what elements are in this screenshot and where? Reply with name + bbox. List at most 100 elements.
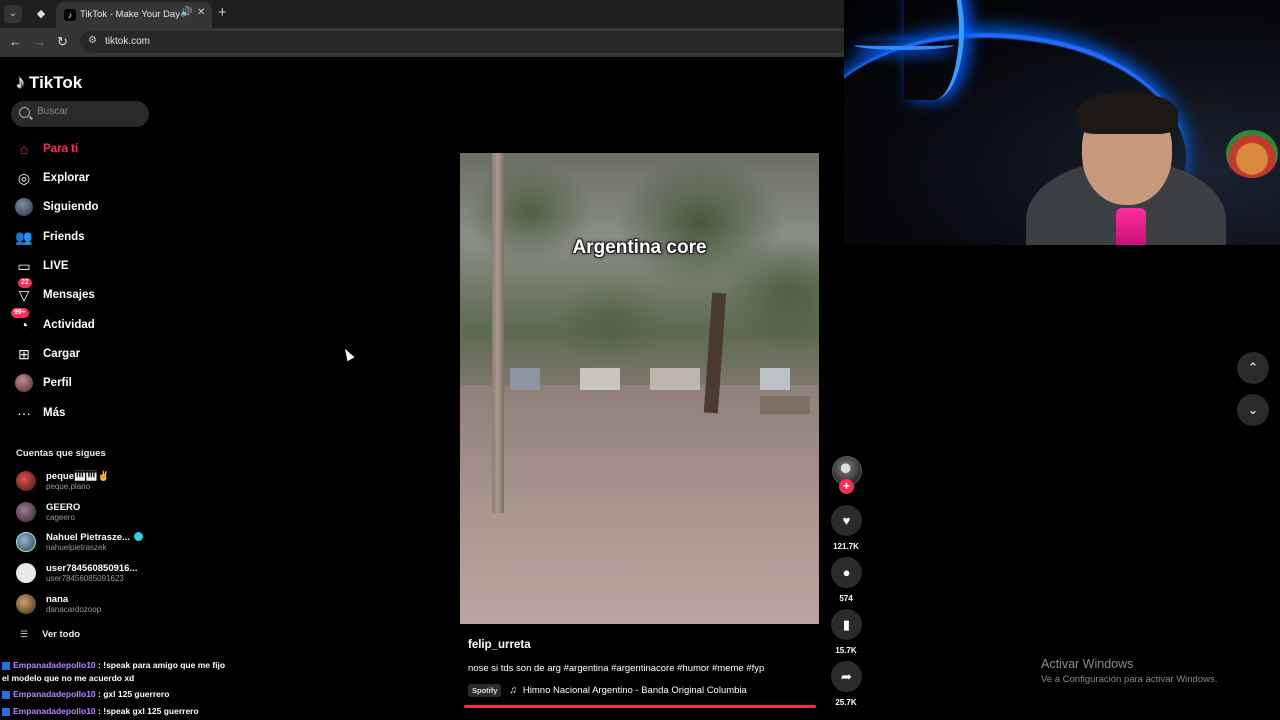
avatar	[16, 471, 36, 491]
nav-label: Más	[43, 407, 66, 419]
chat-text: : gxl 125 guerrero	[98, 689, 170, 699]
followed-account[interactable]: GEERO cageero	[16, 498, 80, 526]
video-overlay-text: Argentina core	[572, 237, 707, 258]
mouse-cursor-icon	[341, 346, 355, 362]
url-text[interactable]: tiktok.com	[105, 36, 150, 47]
browser-address-bar: ← → ↻ ⚙ tiktok.com	[0, 28, 850, 57]
video-author[interactable]: felip_urreta	[468, 639, 531, 651]
nav-item-cargar[interactable]: ⊞ Cargar	[14, 343, 80, 365]
next-video-button[interactable]: ⌄	[1237, 394, 1269, 426]
avatar	[16, 563, 36, 583]
chat-badge-icon	[2, 661, 10, 670]
account-name: GEERO	[46, 501, 81, 513]
tiktok-logo[interactable]: ♪ TikTok	[16, 72, 82, 93]
video-bench	[760, 396, 810, 414]
microphone	[1116, 208, 1146, 245]
streamer-webcam	[844, 0, 1280, 245]
nav-item-para-ti[interactable]: ⌂ Para ti	[14, 138, 78, 160]
see-all-label: Ver todo	[42, 629, 81, 640]
browser-tab-bar: ⌄ ◆ ♪ TikTok - Make Your Day 🔊 ✕ +	[0, 0, 844, 28]
search-icon	[19, 107, 30, 118]
activity-icon: ◔ 99+	[11, 308, 34, 335]
chat-message: Empanadadepollo10 : !speak gxl 125 guerr…	[2, 705, 232, 718]
followed-account[interactable]: peque🎹🎹✌ peque.plano	[16, 467, 109, 495]
tab-title: TikTok - Make Your Day	[80, 9, 180, 20]
save-count: 15.7K	[835, 646, 857, 655]
video-cars	[500, 368, 800, 390]
windows-activation-watermark: Activar Windows Ve a Configuración para …	[1041, 657, 1217, 685]
video-player[interactable]: Argentina core	[460, 153, 819, 624]
list-icon: ☰	[20, 629, 29, 639]
nav-item-friends[interactable]: 👥 Friends	[14, 226, 85, 248]
nav-label: Para ti	[43, 143, 79, 155]
nav-label: Mensajes	[43, 289, 95, 301]
activity-badge: 99+	[11, 308, 29, 318]
avatar	[16, 594, 36, 614]
site-info-icon[interactable]: ⚙	[88, 35, 97, 46]
chat-badge-icon	[2, 690, 10, 699]
following-accounts-header: Cuentas que sigues	[16, 448, 106, 459]
back-arrow-icon[interactable]: ←	[9, 34, 22, 49]
follow-plus-button[interactable]: +	[839, 479, 854, 494]
home-icon: ⌂	[19, 141, 29, 157]
search-bar[interactable]	[11, 101, 149, 127]
upload-icon: ⊞	[18, 345, 30, 362]
video-pole	[492, 153, 504, 513]
nav-label: Friends	[43, 231, 85, 243]
close-tab-icon[interactable]: ✕	[197, 7, 205, 18]
url-field[interactable]: ⚙ tiktok.com	[80, 31, 850, 53]
followed-account[interactable]: user7845608509​16... user78456085091623	[16, 559, 137, 587]
browser-tab-tiktok[interactable]: ♪ TikTok - Make Your Day 🔊 ✕	[56, 2, 212, 28]
nav-item-mensajes[interactable]: ▽ 22 Mensajes	[14, 278, 95, 306]
new-tab-button[interactable]: +	[218, 4, 227, 21]
nav-label: Cargar	[43, 348, 81, 360]
chat-user: Empanadadepollo10	[13, 660, 96, 670]
forward-arrow-icon[interactable]: →	[33, 34, 46, 49]
plush-toy	[1226, 130, 1278, 178]
followed-account[interactable]: nana danacardozoop	[16, 590, 101, 618]
video-progress-bar[interactable]	[464, 705, 816, 708]
account-name: peque🎹🎹✌	[46, 470, 110, 482]
chevron-up-icon: ⌃	[1247, 360, 1259, 375]
spotify-tag[interactable]: Spotify	[468, 684, 502, 697]
nav-label: Explorar	[43, 172, 90, 184]
search-input[interactable]	[37, 106, 142, 117]
share-button[interactable]: ➦	[831, 661, 862, 692]
comment-icon: ●	[842, 565, 851, 580]
streamer-hair	[1076, 92, 1178, 134]
account-username: cageero	[46, 512, 75, 522]
chat-message: Empanadadepollo10 : !speak para amigo qu…	[2, 659, 232, 685]
tiktok-favicon-icon: ♪	[64, 9, 76, 21]
video-music[interactable]: Spotify ♫ Himno Nacional Argentino - Ban…	[468, 684, 747, 697]
followed-account[interactable]: Nahuel Pietrasze... nahuelpietraszek	[16, 528, 143, 556]
video-ground	[460, 385, 819, 624]
nav-label: Perfil	[43, 377, 72, 389]
nav-item-actividad[interactable]: ◔ 99+ Actividad	[11, 308, 95, 336]
save-button[interactable]: ▮	[831, 609, 862, 640]
bookmark-icon: ▮	[842, 617, 851, 632]
account-name: nana	[46, 593, 69, 605]
like-button[interactable]: ♥	[831, 505, 862, 536]
following-avatar-icon	[14, 197, 34, 217]
chat-user: Empanadadepollo10	[13, 706, 96, 716]
verified-badge-icon	[133, 532, 143, 542]
nav-item-perfil[interactable]: Perfil	[14, 372, 72, 394]
share-count: 25.7K	[835, 698, 857, 707]
avatar	[16, 532, 36, 552]
speaker-icon[interactable]: 🔊	[180, 7, 192, 18]
inbox-icon: ▽ 22	[14, 278, 34, 305]
see-all-button[interactable]: ☰ Ver todo	[20, 629, 80, 640]
account-username: peque.plano	[46, 481, 91, 491]
nav-item-mas[interactable]: ··· Más	[14, 402, 65, 424]
nav-label: Siguiendo	[43, 201, 99, 213]
pinned-tab-icon[interactable]: ◆	[32, 5, 50, 23]
nav-item-siguiendo[interactable]: Siguiendo	[14, 196, 99, 218]
comment-button[interactable]: ●	[831, 557, 862, 588]
reload-icon[interactable]: ↻	[57, 34, 68, 50]
nav-item-explorar[interactable]: ◎ Explorar	[14, 167, 90, 189]
share-arrow-icon: ➦	[841, 669, 852, 684]
previous-video-button[interactable]: ⌃	[1237, 352, 1269, 384]
nav-item-live[interactable]: ▭ LIVE	[14, 255, 68, 277]
tab-search-chevron-icon[interactable]: ⌄	[4, 5, 22, 23]
live-icon: ▭	[17, 257, 31, 274]
